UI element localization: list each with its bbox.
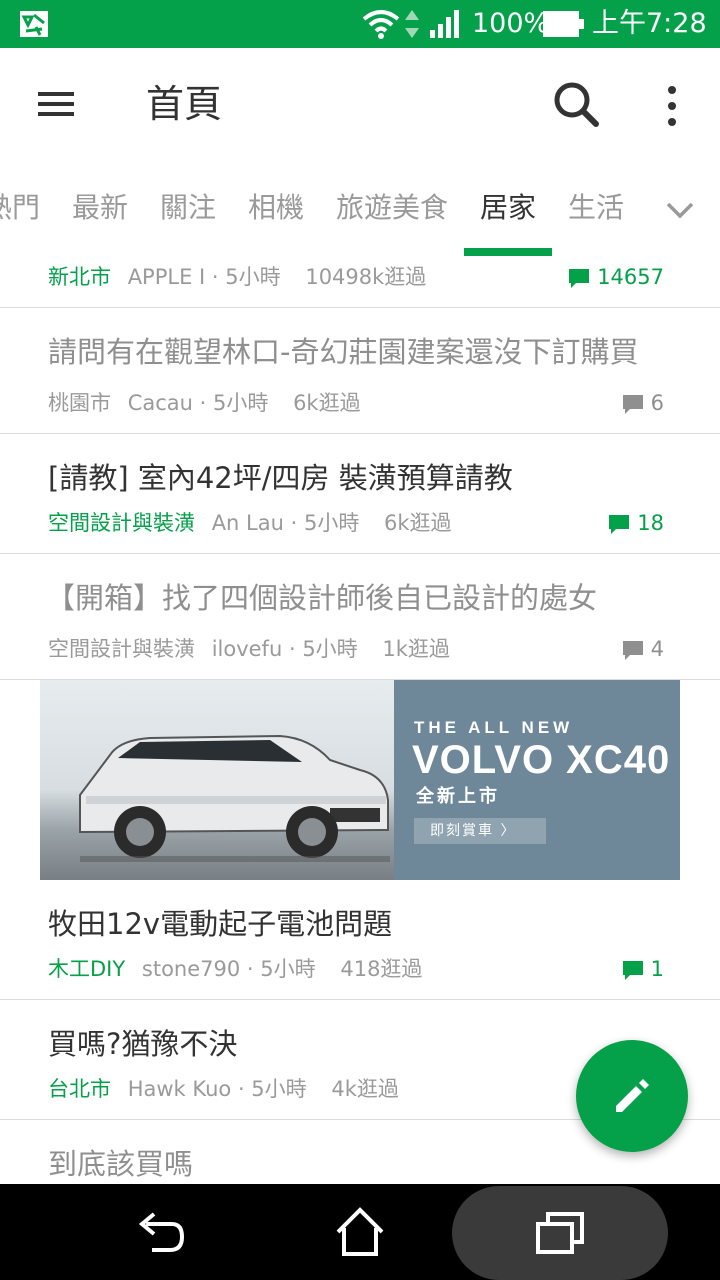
post-meta: 空間設計與裝潢 An Lau · 5小時 6k逛過 [48,511,452,535]
post-title: 【開箱】找了四個設計師後自已設計的處女 [46,581,598,615]
post-time: 5小時 [225,265,281,289]
post-time: 5小時 [251,1077,307,1101]
post-meta: 新北市 APPLE I · 5小時 10498k逛過 [48,265,427,289]
post-category[interactable]: 空間設計與裝潢 [48,511,195,535]
post-category[interactable]: 空間設計與裝潢 [48,637,195,661]
post-time: 5小時 [303,511,360,535]
tab-following[interactable]: 關注 [160,188,216,228]
new-post-button[interactable] [576,1040,688,1152]
app-bar: 首頁 [0,48,720,160]
ad-tagline: THE ALL NEW [414,718,574,737]
tab-life[interactable]: 生活 [568,188,624,228]
battery-percent: 100% [472,8,550,39]
signal-icon [430,10,459,38]
post-views: 10498k逛過 [305,265,427,289]
comment-icon [609,515,630,534]
post-author: APPLE I [127,265,206,289]
post-views: 6k逛過 [293,391,361,415]
post-meta: 空間設計與裝潢 ilovefu · 5小時 1k逛過 [48,637,450,661]
comment-count: 18 [607,508,664,538]
post-title: [請教] 室內42坪/四房 裝潢預算請教 [48,461,513,495]
comment-icon [622,641,643,660]
post-author: stone790 [141,957,241,981]
post-views: 6k逛過 [384,511,452,535]
post-author: Hawk Kuo [127,1077,232,1101]
post-time: 5小時 [302,637,358,661]
clock: 上午7:28 [592,8,707,39]
back-icon[interactable] [132,1208,188,1256]
ad-banner[interactable]: THE ALL NEW VOLVO XC40 全新上市 即刻賞車 〉 [40,680,680,880]
comment-count: 6 [621,388,664,418]
list-item[interactable]: 牧田12v電動起子電池問題 木工DIY stone790 · 5小時 418逛過… [0,880,720,1000]
post-views: 418逛過 [340,957,423,981]
wifi-icon [362,10,400,39]
post-time: 5小時 [213,391,269,415]
notification-icon [20,11,48,37]
post-category[interactable]: 台北市 [48,1077,111,1101]
ad-headline: VOLVO XC40 [412,738,671,782]
list-item[interactable]: [請教] 室內42坪/四房 裝潢預算請教 空間設計與裝潢 An Lau · 5小… [0,434,720,554]
post-views: 4k逛過 [331,1077,399,1101]
post-author: ilovefu [211,637,283,661]
post-category[interactable]: 桃園市 [48,391,111,415]
tab-latest[interactable]: 最新 [72,188,128,228]
comment-icon [622,395,643,414]
data-activity-icon [405,10,419,38]
post-title: 牧田12v電動起子電池問題 [48,907,393,941]
post-time: 5小時 [260,957,316,981]
active-tab-indicator [464,248,552,256]
list-item[interactable]: 新北市 APPLE I · 5小時 10498k逛過 14657 [0,256,720,308]
tab-travel-food[interactable]: 旅遊美食 [336,188,448,228]
post-category[interactable]: 木工DIY [48,957,125,981]
pencil-icon [616,1079,649,1112]
tab-camera[interactable]: 相機 [248,188,304,228]
category-tabs: 熱門 最新 關注 相機 旅遊美食 居家 生活 [0,160,720,256]
comment-count: 4 [621,634,664,664]
car-image [79,734,390,862]
post-author: An Lau [211,511,284,535]
post-meta: 台北市 Hawk Kuo · 5小時 4k逛過 [48,1077,399,1101]
tab-home-living[interactable]: 居家 [480,188,536,228]
battery-icon [543,11,584,37]
more-options-icon[interactable] [648,78,696,134]
system-nav-bar [0,1184,720,1280]
home-icon[interactable] [332,1204,388,1260]
post-meta: 木工DIY stone790 · 5小時 418逛過 [48,957,423,981]
comment-icon [569,269,590,288]
recents-icon[interactable] [532,1208,588,1256]
comment-count: 14657 [567,262,664,292]
comment-count: 1 [621,954,664,984]
post-meta: 桃園市 Cacau · 5小時 6k逛過 [48,391,361,415]
post-title: 到底該買嗎 [48,1147,194,1181]
menu-icon[interactable] [28,84,84,124]
comment-icon [622,961,643,980]
post-author: Cacau [127,391,193,415]
post-category[interactable]: 新北市 [48,265,111,289]
status-bar: 100% 上午7:28 [0,0,720,48]
ad-cta-button[interactable]: 即刻賞車 〉 [414,818,546,844]
tab-hot[interactable]: 熱門 [0,188,40,228]
ad-subheadline: 全新上市 [416,786,500,807]
list-item[interactable]: 【開箱】找了四個設計師後自已設計的處女 空間設計與裝潢 ilovefu · 5小… [0,554,720,680]
list-item[interactable]: 請問有在觀望林口-奇幻莊園建案還沒下訂購買 桃園市 Cacau · 5小時 6k… [0,308,720,434]
post-views: 1k逛過 [382,637,450,661]
page-title: 首頁 [146,82,223,126]
chevron-down-icon[interactable] [660,190,700,230]
search-icon[interactable] [548,76,604,132]
post-title: 請問有在觀望林口-奇幻莊園建案還沒下訂購買 [48,335,639,369]
post-title: 買嗎?猶豫不決 [48,1027,238,1061]
